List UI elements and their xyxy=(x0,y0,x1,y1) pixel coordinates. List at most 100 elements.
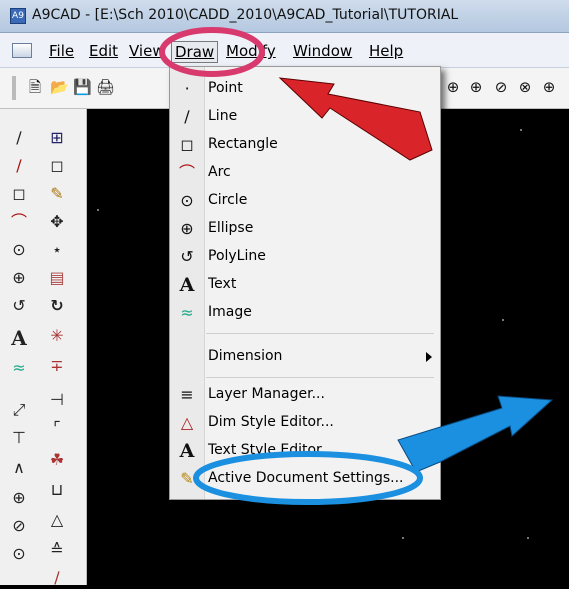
menu-item-label: Layer Manager... xyxy=(208,386,325,402)
menu-edit[interactable]: Edit xyxy=(86,41,121,61)
menu-item-image[interactable]: ≈ Image xyxy=(170,299,440,327)
menu-item-dimension[interactable]: Dimension xyxy=(170,343,440,371)
menu-modify-label: Modify xyxy=(226,42,276,60)
menu-help[interactable]: Help xyxy=(366,41,406,61)
tool-block-icon[interactable]: ⊔ xyxy=(46,479,68,501)
menu-draw[interactable]: Draw xyxy=(171,41,219,63)
menu-help-label: Help xyxy=(369,42,404,60)
tool-erase-icon[interactable]: ✎ xyxy=(46,183,68,205)
zoom-window-icon[interactable]: ⊕ xyxy=(444,78,462,96)
tool-dim-aligned-icon[interactable]: ⤢ xyxy=(8,399,30,421)
tool-box-icon[interactable]: ◻ xyxy=(46,155,68,177)
circle-icon: ⊙ xyxy=(180,191,194,210)
menu-item-label: Ellipse xyxy=(208,220,254,236)
save-icon[interactable]: 💾 xyxy=(73,78,92,96)
submenu-arrow-icon xyxy=(426,352,432,362)
menu-item-label: Circle xyxy=(208,192,248,208)
tool-image-icon[interactable]: ≈ xyxy=(8,357,30,379)
dim-style-icon: △ xyxy=(180,413,194,432)
grid-dot xyxy=(499,429,501,431)
grid-dot xyxy=(402,537,404,539)
tool-trim-icon[interactable]: ∓ xyxy=(46,355,68,377)
menu-edit-label: Edit xyxy=(89,42,119,60)
menu-item-label: Text xyxy=(208,276,237,292)
menu-item-line[interactable]: ∕ Line xyxy=(170,103,440,131)
zoom-extents-icon[interactable]: ⊕ xyxy=(540,78,558,96)
zoom-previous-icon[interactable]: ⊗ xyxy=(516,78,534,96)
new-icon[interactable]: 🗎 xyxy=(26,78,44,96)
zoom-realtime-icon[interactable]: ⊘ xyxy=(492,78,510,96)
menu-window-label: Window xyxy=(293,42,353,60)
tool-dim-diameter-icon[interactable]: ⊘ xyxy=(8,515,30,537)
menu-item-point[interactable]: ⋅ Point xyxy=(170,75,440,103)
tool-arc-icon[interactable]: ⌒ xyxy=(8,211,30,233)
document-system-icon[interactable] xyxy=(12,43,32,58)
tool-xline-icon[interactable]: ∕ xyxy=(8,155,30,177)
print-icon[interactable]: 🖨 xyxy=(96,78,115,96)
text-style-icon: A xyxy=(179,440,195,462)
menu-item-circle[interactable]: ⊙ Circle xyxy=(170,187,440,215)
tool-dim-arc-icon[interactable]: ⊙ xyxy=(8,543,30,565)
menu-item-text-style-editor[interactable]: A Text Style Editor... xyxy=(170,437,440,465)
menu-window[interactable]: Window xyxy=(290,41,355,61)
image-icon: ≈ xyxy=(180,303,194,322)
tool-hatch-icon[interactable]: ☘ xyxy=(46,449,68,471)
menu-draw-label: Draw xyxy=(175,43,215,61)
menu-item-arc[interactable]: ⌒ Arc xyxy=(170,159,440,187)
tool-offset-icon[interactable]: ≙ xyxy=(46,539,68,561)
menu-file[interactable]: File xyxy=(46,41,77,61)
arc-icon: ⌒ xyxy=(178,163,195,182)
menu-item-text[interactable]: A Text xyxy=(170,271,440,299)
tool-move-icon[interactable]: ✥ xyxy=(46,211,68,233)
line-icon: ∕ xyxy=(184,107,190,126)
menu-bar: File Edit View Draw Modify Window Help xyxy=(0,33,569,68)
tool-circle-icon[interactable]: ⊙ xyxy=(8,239,30,261)
ellipse-icon: ⊕ xyxy=(180,219,194,238)
tool-select-icon[interactable]: ⊞ xyxy=(46,127,68,149)
layer-manager-icon: ≡ xyxy=(180,385,194,404)
tool-stretch-icon[interactable]: ∕ xyxy=(46,567,68,589)
tool-polyline-icon[interactable]: ↺ xyxy=(8,295,30,317)
menu-view[interactable]: View xyxy=(126,41,168,61)
menu-file-label: File xyxy=(49,42,75,60)
tool-rectangle-icon[interactable]: ◻ xyxy=(8,183,30,205)
toolbar-grip[interactable] xyxy=(12,76,16,100)
tool-fillet-icon[interactable]: ⌜ xyxy=(46,417,68,439)
app-icon: A9 xyxy=(10,8,26,24)
menu-item-label: PolyLine xyxy=(208,248,266,264)
menu-item-label: Line xyxy=(208,108,238,124)
menu-item-active-document-settings[interactable]: ✎ Active Document Settings... xyxy=(170,465,440,493)
document-settings-icon: ✎ xyxy=(180,469,194,488)
tool-mirror-icon[interactable]: △ xyxy=(46,509,68,531)
menu-item-label: Arc xyxy=(208,164,231,180)
tool-dim-angular-icon[interactable]: ∧ xyxy=(8,457,30,479)
window-title: A9CAD - [E:\Sch 2010\CADD_2010\A9CAD_Tut… xyxy=(32,7,459,23)
draw-modify-toolpanel: ∕ ∕ ◻ ⌒ ⊙ ⊕ ↺ A ≈ ⤢ ⊤ ∧ ⊕ ⊘ ⊙ ⊞ ◻ ✎ ✥ ⋆ … xyxy=(0,109,87,587)
tool-rotate-icon[interactable]: ↻ xyxy=(46,295,68,317)
open-icon[interactable]: 📂 xyxy=(50,78,69,96)
point-icon: ⋅ xyxy=(184,79,190,98)
menu-item-rectangle[interactable]: ◻ Rectangle xyxy=(170,131,440,159)
tool-extend-icon[interactable]: ⊣ xyxy=(46,389,68,411)
tool-text-icon[interactable]: A xyxy=(8,327,30,349)
tool-explode-icon[interactable]: ✳ xyxy=(46,325,68,347)
polyline-icon: ↺ xyxy=(180,247,194,266)
menu-item-label: Text Style Editor... xyxy=(208,442,334,458)
zoom-in-icon[interactable]: ⊕ xyxy=(467,78,485,96)
tool-dim-vertical-icon[interactable]: ⊤ xyxy=(8,427,30,449)
menu-item-layer-manager[interactable]: ≡ Layer Manager... xyxy=(170,381,440,409)
tool-copy-icon[interactable]: ⋆ xyxy=(46,239,68,261)
tool-line-icon[interactable]: ∕ xyxy=(8,127,30,149)
tool-ellipse-icon[interactable]: ⊕ xyxy=(8,267,30,289)
menu-separator xyxy=(206,377,434,378)
menu-item-ellipse[interactable]: ⊕ Ellipse xyxy=(170,215,440,243)
menu-separator xyxy=(206,333,434,334)
grid-dot xyxy=(527,537,529,539)
menu-item-polyline[interactable]: ↺ PolyLine xyxy=(170,243,440,271)
text-icon: A xyxy=(179,274,195,296)
tool-scale-icon[interactable]: ▤ xyxy=(46,267,68,289)
menu-item-dim-style-editor[interactable]: △ Dim Style Editor... xyxy=(170,409,440,437)
menu-item-label: Rectangle xyxy=(208,136,278,152)
tool-dim-radius-icon[interactable]: ⊕ xyxy=(8,487,30,509)
menu-modify[interactable]: Modify xyxy=(223,41,279,61)
